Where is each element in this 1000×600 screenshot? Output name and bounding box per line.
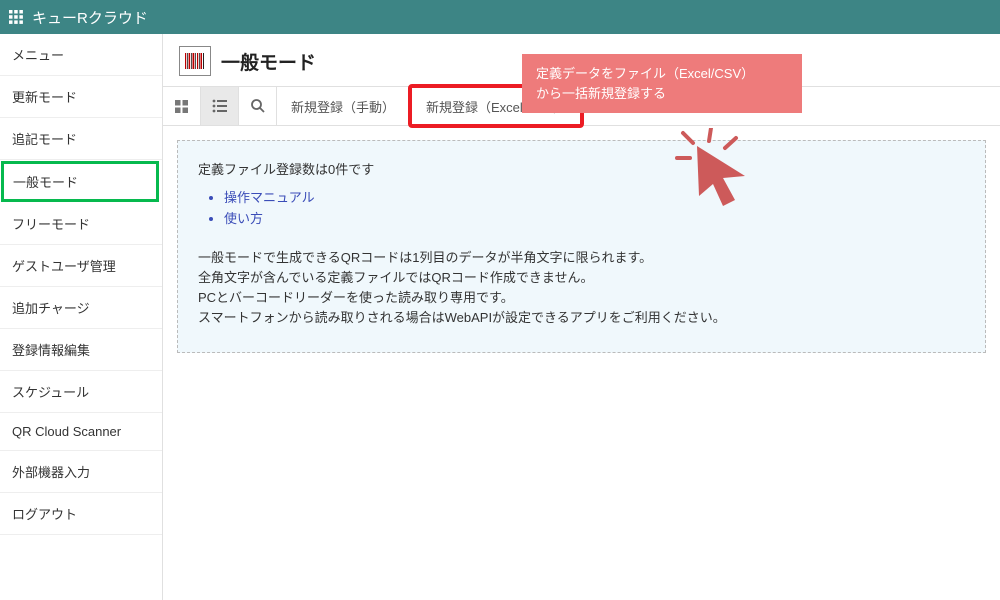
app-menu-icon[interactable] <box>8 9 24 25</box>
link-list: 操作マニュアル 使い方 <box>198 188 965 230</box>
tooltip-line-2: から一括新規登録する <box>536 86 666 101</box>
sidebar-item-general-mode[interactable]: 一般モード <box>1 161 159 202</box>
desc-line-4: スマートフォンから読み取りされる場合はWebAPIが設定できるアプリをご利用くだ… <box>198 308 965 328</box>
sidebar-item-update-mode[interactable]: 更新モード <box>0 76 162 118</box>
sidebar-item-append-mode[interactable]: 追記モード <box>0 118 162 160</box>
grid-view-button[interactable] <box>163 87 201 125</box>
sidebar-item-logout[interactable]: ログアウト <box>0 493 162 535</box>
info-panel: 定義ファイル登録数は0件です 操作マニュアル 使い方 一般モードで生成できるQR… <box>177 140 986 353</box>
sidebar-heading: メニュー <box>0 34 162 76</box>
grid-icon <box>174 99 189 114</box>
main-content: 一般モード <box>163 34 1000 600</box>
desc-line-3: PCとバーコードリーダーを使った読み取り専用です。 <box>198 288 965 308</box>
list-icon <box>212 99 228 113</box>
tooltip-line-1: 定義データをファイル（Excel/CSV） <box>536 66 754 81</box>
desc-line-2: 全角文字が含んでいる定義ファイルではQRコード作成できません。 <box>198 268 965 288</box>
link-manual[interactable]: 操作マニュアル <box>224 188 965 209</box>
link-usage[interactable]: 使い方 <box>224 209 965 230</box>
app-header: キューRクラウド <box>0 0 1000 34</box>
search-button[interactable] <box>239 87 277 125</box>
sidebar-item-guest-user[interactable]: ゲストユーザ管理 <box>0 245 162 287</box>
list-view-button[interactable] <box>201 87 239 125</box>
app-title: キューRクラウド <box>32 7 148 28</box>
sidebar-item-free-mode[interactable]: フリーモード <box>0 203 162 245</box>
sidebar-item-charge[interactable]: 追加チャージ <box>0 287 162 329</box>
register-manual-button[interactable]: 新規登録（手動） <box>277 87 410 125</box>
sidebar-item-external-input[interactable]: 外部機器入力 <box>0 451 162 493</box>
tooltip-callout: 定義データをファイル（Excel/CSV） から一括新規登録する <box>522 54 802 113</box>
barcode-icon <box>179 46 211 76</box>
panel-heading: 定義ファイル登録数は0件です <box>198 159 965 178</box>
sidebar-item-qr-scanner[interactable]: QR Cloud Scanner <box>0 413 162 451</box>
sidebar: メニュー 更新モード 追記モード 一般モード フリーモード ゲストユーザ管理 追… <box>0 34 163 600</box>
page-title: 一般モード <box>221 48 316 75</box>
desc-line-1: 一般モードで生成できるQRコードは1列目のデータが半角文字に限られます。 <box>198 248 965 268</box>
sidebar-item-schedule[interactable]: スケジュール <box>0 371 162 413</box>
search-icon <box>250 98 266 114</box>
sidebar-item-registration-edit[interactable]: 登録情報編集 <box>0 329 162 371</box>
